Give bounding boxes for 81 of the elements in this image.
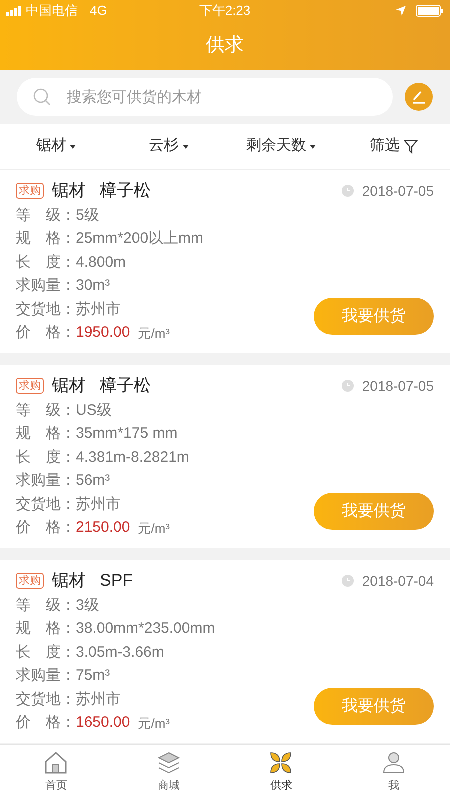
species-text: 樟子松	[100, 180, 151, 202]
field-label: 规 格：	[16, 229, 76, 249]
field-value: 3.05m-3.66m	[76, 642, 164, 662]
field-value: 苏州市	[76, 494, 121, 514]
field-label: 长 度：	[16, 448, 76, 468]
category-text: 锯材	[52, 570, 86, 592]
clock-icon	[342, 185, 354, 197]
field-value: 苏州市	[76, 300, 121, 320]
field-value: 4.381m-8.2821m	[76, 448, 190, 468]
search-icon	[33, 88, 51, 106]
page-title: 供求	[206, 34, 244, 58]
tab-item[interactable]: 供求	[225, 745, 338, 800]
price-text: 1650.00	[76, 713, 130, 733]
price-text: 2150.00	[76, 518, 130, 538]
field-label: 规 格：	[16, 424, 76, 444]
field-value: 38.00mm*235.00mm	[76, 619, 216, 639]
filter-dropdown[interactable]: 锯材	[0, 135, 112, 158]
clock-text: 下午2:23	[199, 2, 251, 20]
field-value: 苏州市	[76, 690, 121, 710]
caret-icon	[310, 144, 316, 148]
field-value: 35mm*175 mm	[76, 424, 178, 444]
field-label: 价 格：	[16, 713, 76, 733]
field-value: 5级	[76, 206, 100, 226]
type-tag: 求购	[16, 378, 44, 394]
category-text: 锯材	[52, 180, 86, 202]
field-label: 等 级：	[16, 596, 76, 616]
field-label: 价 格：	[16, 323, 76, 343]
field-value: 25mm*200以上mm	[76, 229, 204, 249]
tab-item[interactable]: 商城	[112, 745, 225, 800]
date-text: 2018-07-05	[362, 376, 434, 396]
field-value: 30m³	[76, 276, 110, 296]
person-icon	[380, 750, 407, 776]
field-value: 3级	[76, 596, 100, 616]
field-value: 56m³	[76, 471, 110, 491]
species-text: SPF	[100, 570, 134, 592]
field-value: 4.800m	[76, 252, 126, 272]
field-label: 规 格：	[16, 619, 76, 639]
filter-dropdown[interactable]: 云杉	[112, 135, 225, 158]
search-field[interactable]: 搜索您可供货的木材	[17, 78, 393, 116]
battery-icon	[416, 5, 444, 17]
network-text: 4G	[90, 2, 108, 20]
funnel-icon	[404, 140, 418, 154]
home-icon	[43, 750, 70, 776]
filter-dropdown[interactable]: 筛选	[338, 135, 450, 158]
field-label: 求购量：	[16, 471, 76, 491]
signal-icon	[6, 6, 22, 16]
unit-text: 元/m³	[138, 714, 170, 732]
tab-item[interactable]: 首页	[0, 745, 112, 800]
clock-icon	[342, 380, 354, 392]
field-label: 交货地：	[16, 494, 76, 514]
location-arrow-icon	[396, 6, 406, 16]
field-label: 价 格：	[16, 518, 76, 538]
carrier-text: 中国电信	[26, 2, 78, 20]
field-label: 求购量：	[16, 276, 76, 296]
field-label: 等 级：	[16, 206, 76, 226]
date-text: 2018-07-05	[362, 182, 434, 200]
caret-icon	[70, 144, 76, 148]
pencil-icon	[412, 90, 426, 104]
clock-icon	[342, 575, 354, 587]
filter-dropdown[interactable]: 剩余天数	[225, 135, 338, 158]
unit-text: 元/m³	[138, 520, 170, 538]
caret-icon	[182, 144, 189, 148]
field-label: 长 度：	[16, 642, 76, 662]
date-text: 2018-07-04	[362, 572, 434, 590]
field-label: 交货地：	[16, 690, 76, 710]
tab-item[interactable]: 我	[338, 745, 450, 800]
species-text: 樟子松	[100, 375, 151, 398]
unit-text: 元/m³	[138, 324, 170, 342]
field-value: US级	[76, 400, 112, 420]
field-label: 等 级：	[16, 400, 76, 420]
field-label: 求购量：	[16, 666, 76, 686]
petals-icon	[268, 750, 294, 776]
field-label: 交货地：	[16, 300, 76, 320]
type-tag: 求购	[16, 573, 44, 589]
edit-button[interactable]	[405, 83, 433, 111]
category-text: 锯材	[52, 375, 86, 398]
field-value: 75m³	[76, 666, 110, 686]
price-text: 1950.00	[76, 323, 130, 343]
type-tag: 求购	[16, 183, 44, 199]
layers-icon	[156, 750, 182, 776]
field-label: 长 度：	[16, 252, 76, 272]
